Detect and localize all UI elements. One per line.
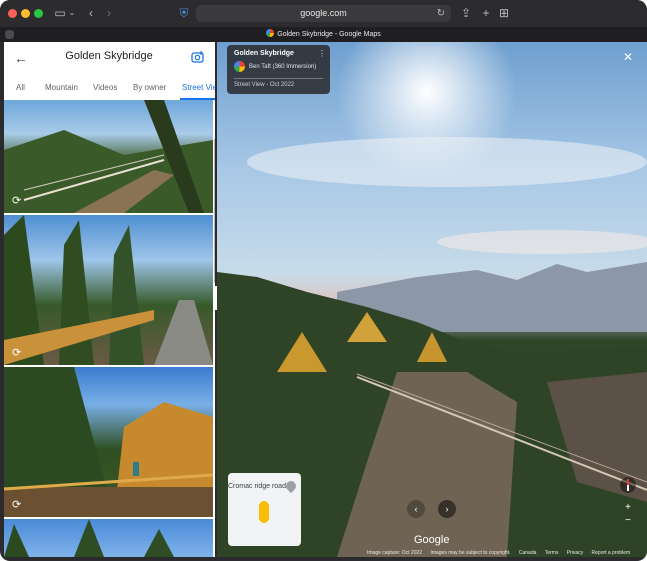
- active-tab[interactable]: Golden Skybridge - Google Maps: [0, 27, 647, 42]
- google-logo: Google: [414, 534, 450, 546]
- photo-thumbnail[interactable]: ⟳: [4, 100, 213, 213]
- tab-bar: Golden Skybridge - Google Maps: [0, 27, 647, 42]
- image-capture-date: Image capture: Oct 2022: [367, 550, 423, 556]
- zoom-out-button[interactable]: −: [622, 514, 634, 527]
- tab-overview-icon[interactable]: ⊞: [498, 5, 510, 21]
- minimize-window-button[interactable]: [21, 9, 30, 18]
- browser-toolbar: ▭ ⌄ ‹ › ⛨ google.com ↻ ⇪ + ⊞: [0, 0, 647, 27]
- add-photo-icon[interactable]: [191, 50, 205, 64]
- chevron-down-icon[interactable]: ⌄: [68, 5, 76, 21]
- panel-header: ← Golden Skybridge: [4, 42, 215, 74]
- info-card-title: Golden Skybridge: [234, 50, 294, 57]
- capture-date: Street View - Oct 2022: [234, 82, 295, 88]
- photo-category-tabs: All Mountain Videos By owner Street View: [4, 82, 215, 101]
- photos-panel: ← Golden Skybridge All Mountain Videos B…: [4, 42, 215, 557]
- attribution-bar: Image capture: Oct 2022 Images may be su…: [367, 550, 647, 558]
- privacy-shield-icon[interactable]: ⛨: [178, 5, 190, 21]
- browser-window: ▭ ⌄ ‹ › ⛨ google.com ↻ ⇪ + ⊞ Golden Skyb…: [0, 0, 647, 561]
- forest-boardwalk-graphic: [4, 215, 213, 365]
- share-icon[interactable]: ⇪: [460, 5, 472, 21]
- tab-street-view[interactable]: Street View: [182, 83, 215, 92]
- report-problem-link[interactable]: Report a problem: [592, 550, 631, 556]
- mini-map[interactable]: Cromac ridge road: [228, 473, 301, 546]
- forward-icon[interactable]: ›: [104, 5, 114, 21]
- tab-mountain[interactable]: Mountain: [45, 83, 78, 92]
- tab-by-owner[interactable]: By owner: [133, 83, 166, 92]
- photo-thumbnail[interactable]: [4, 519, 213, 557]
- street-view-360-icon: ⟳: [12, 499, 22, 511]
- more-options-icon[interactable]: ⋮: [318, 49, 326, 58]
- copyright-notice: Images may be subject to copyright.: [430, 550, 511, 556]
- address-bar[interactable]: google.com ↻: [196, 5, 451, 22]
- terms-link[interactable]: Terms: [545, 550, 559, 556]
- author-avatar[interactable]: [234, 61, 245, 72]
- author-name[interactable]: Ben Taft (360 Immersion): [249, 64, 316, 70]
- pegman-icon: [259, 501, 269, 523]
- back-icon[interactable]: ‹: [86, 5, 96, 21]
- location-pin-icon: [283, 478, 299, 494]
- new-tab-icon[interactable]: +: [480, 5, 492, 21]
- lookout-deck-graphic: [4, 367, 213, 517]
- photo-info-card: Golden Skybridge ⋮ Ben Taft (360 Immersi…: [227, 45, 330, 94]
- partial-forest-graphic: [4, 519, 174, 557]
- compass-icon[interactable]: [620, 477, 636, 493]
- country-link[interactable]: Canada: [519, 550, 537, 556]
- tab-all[interactable]: All: [16, 83, 25, 92]
- photo-thumbnail[interactable]: ⟳: [4, 367, 213, 517]
- tab-videos[interactable]: Videos: [93, 83, 117, 92]
- mini-map-road-label: Cromac ridge road: [228, 483, 286, 490]
- previous-arrow-icon[interactable]: ‹: [407, 500, 425, 518]
- panel-title: Golden Skybridge: [65, 50, 153, 62]
- close-window-button[interactable]: [8, 9, 17, 18]
- back-arrow-icon[interactable]: ←: [14, 50, 28, 66]
- next-arrow-icon[interactable]: ›: [438, 500, 456, 518]
- zoom-controls: + −: [622, 501, 634, 527]
- street-view-360-icon: ⟳: [12, 195, 22, 207]
- reload-icon[interactable]: ↻: [437, 5, 445, 22]
- photo-thumbnail[interactable]: ⟳: [4, 215, 213, 365]
- privacy-link[interactable]: Privacy: [567, 550, 583, 556]
- sidebar-toggle-icon[interactable]: ▭: [54, 5, 66, 21]
- photo-list: ⟳ ⟳ ⟳: [4, 100, 215, 557]
- bridge-scene-graphic: [4, 100, 213, 213]
- panel-scrollbar[interactable]: [214, 138, 215, 283]
- divider: [234, 78, 323, 79]
- address-text: google.com: [300, 8, 347, 18]
- google-maps-favicon-icon: [266, 29, 275, 37]
- street-view-360-icon: ⟳: [12, 347, 22, 359]
- close-icon[interactable]: ✕: [623, 50, 633, 64]
- zoom-in-button[interactable]: +: [622, 501, 634, 514]
- zoom-window-button[interactable]: [34, 9, 43, 18]
- tab-title: Golden Skybridge - Google Maps: [277, 31, 381, 38]
